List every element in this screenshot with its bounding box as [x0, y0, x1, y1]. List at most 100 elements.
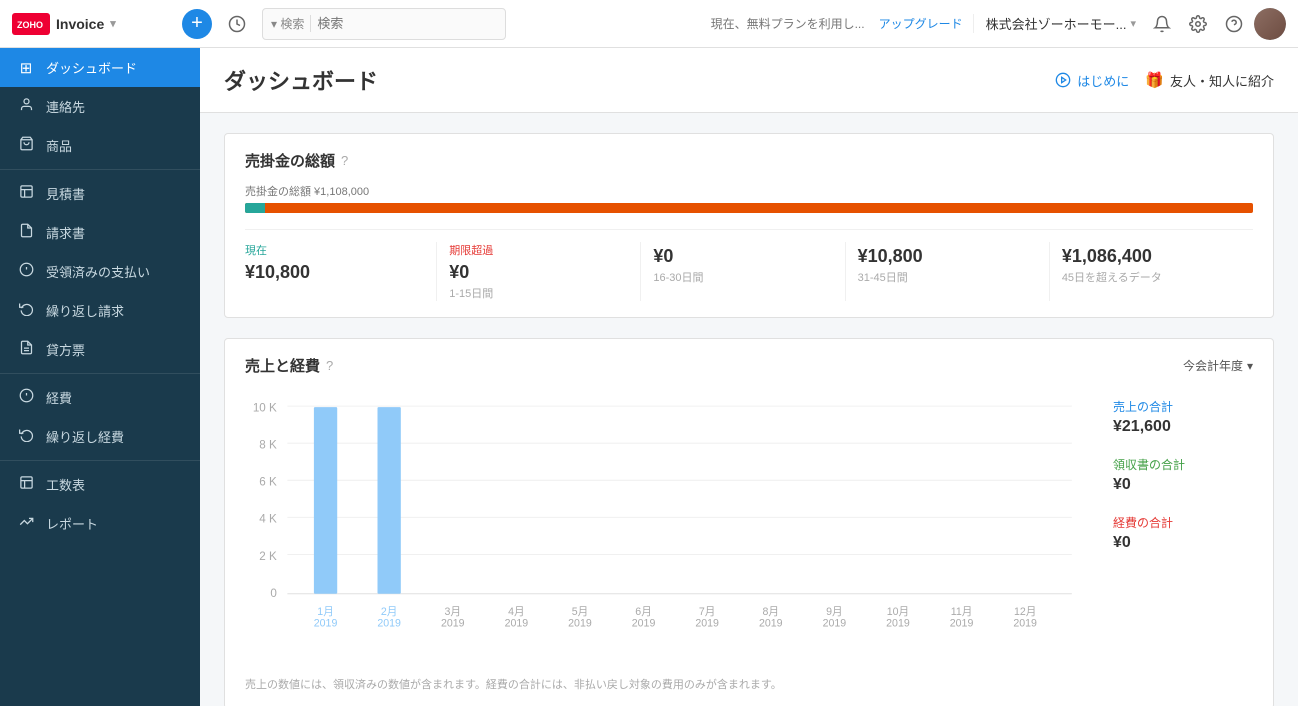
- current-amount: ¥10,800: [245, 262, 424, 283]
- sales-help-icon[interactable]: ?: [326, 358, 333, 373]
- sidebar-label-contacts: 連絡先: [46, 97, 85, 116]
- svg-text:9月: 9月: [826, 606, 843, 618]
- svg-text:2019: 2019: [1013, 618, 1037, 630]
- header-actions: はじめに 🎁 友人・知人に紹介: [1055, 71, 1274, 90]
- notifications-button[interactable]: [1146, 8, 1178, 40]
- gift-icon: 🎁: [1145, 71, 1164, 89]
- receivables-col-31-45: ¥10,800 31-45日間: [846, 242, 1050, 301]
- search-input[interactable]: [317, 16, 497, 31]
- sidebar-item-credit[interactable]: 貸方票: [0, 330, 200, 369]
- sales-title: 売上と経費: [245, 355, 320, 376]
- svg-text:8月: 8月: [763, 606, 780, 618]
- referral-label: 友人・知人に紹介: [1170, 71, 1274, 90]
- overdue-label: 期限超過: [449, 242, 628, 258]
- sidebar-label-expenses: 経費: [46, 388, 72, 407]
- receivables-title: 売掛金の総額: [245, 150, 335, 171]
- settings-button[interactable]: [1182, 8, 1214, 40]
- legend-receipts-label: 領収書の合計: [1113, 456, 1253, 473]
- history-button[interactable]: [222, 9, 252, 39]
- svg-text:12月: 12月: [1014, 606, 1036, 618]
- referral-button[interactable]: 🎁 友人・知人に紹介: [1145, 71, 1274, 90]
- topbar: ZOHO Invoice ▾ + ▾ 検索 現在、無料プランを利用し... アッ…: [0, 0, 1298, 48]
- col4-sublabel: 31-45日間: [858, 269, 1037, 285]
- items-icon: [16, 136, 36, 155]
- topbar-icons: [1146, 8, 1286, 40]
- app-logo[interactable]: ZOHO Invoice ▾: [12, 13, 172, 35]
- sidebar-divider-1: [0, 169, 200, 170]
- search-prefix[interactable]: ▾ 検索: [271, 15, 311, 32]
- sales-section: 売上と経費 ? 今会計年度 ▾ 10 K 8 K 6 K: [224, 338, 1274, 706]
- sidebar-label-payments: 受領済みの支払い: [46, 262, 150, 281]
- col4-amount: ¥10,800: [858, 246, 1037, 267]
- svg-text:2019: 2019: [695, 618, 719, 630]
- svg-text:0: 0: [270, 587, 277, 600]
- company-name: 株式会社ゾーホーモー...: [986, 14, 1127, 33]
- sidebar-label-recurring-expenses: 繰り返し経費: [46, 427, 124, 446]
- credit-icon: [16, 340, 36, 359]
- search-bar: ▾ 検索: [262, 8, 506, 40]
- svg-text:2 K: 2 K: [259, 550, 277, 563]
- sidebar-label-dashboard: ダッシュボード: [46, 58, 137, 77]
- svg-text:8 K: 8 K: [259, 439, 277, 452]
- fiscal-year-chevron: ▾: [1247, 359, 1253, 373]
- company-selector[interactable]: 株式会社ゾーホーモー... ▾: [973, 14, 1136, 33]
- avatar-image: [1254, 8, 1286, 40]
- legend-receipts-amount: ¥0: [1113, 476, 1253, 494]
- chart-container: 10 K 8 K 6 K 4 K 2 K 0: [245, 388, 1253, 668]
- chart-area: 10 K 8 K 6 K 4 K 2 K 0: [245, 388, 1093, 668]
- svg-text:1月: 1月: [317, 606, 334, 618]
- svg-text:4月: 4月: [508, 606, 525, 618]
- svg-text:2019: 2019: [314, 618, 338, 630]
- app-layout: ⊞ ダッシュボード 連絡先 商品 見積書 請求書: [0, 48, 1298, 706]
- chart-legend: 売上の合計 ¥21,600 領収書の合計 ¥0 経費の合計 ¥0: [1093, 388, 1253, 668]
- sidebar-item-invoices[interactable]: 請求書: [0, 213, 200, 252]
- dashboard-icon: ⊞: [16, 59, 36, 77]
- sidebar-label-recurring: 繰り返し請求: [46, 301, 124, 320]
- svg-text:2019: 2019: [441, 618, 465, 630]
- sidebar-item-expenses[interactable]: 経費: [0, 378, 200, 417]
- company-chevron: ▾: [1130, 17, 1136, 30]
- svg-text:4 K: 4 K: [259, 513, 277, 526]
- svg-text:2019: 2019: [886, 618, 910, 630]
- sidebar-item-reports[interactable]: レポート: [0, 504, 200, 543]
- bar-jan: [314, 407, 337, 594]
- svg-text:10月: 10月: [887, 606, 909, 618]
- sidebar-label-reports: レポート: [46, 514, 98, 533]
- legend-expenses-label: 経費の合計: [1113, 514, 1253, 531]
- col5-amount: ¥1,086,400: [1062, 246, 1241, 267]
- svg-text:5月: 5月: [572, 606, 589, 618]
- sidebar-item-recurring-expenses[interactable]: 繰り返し経費: [0, 417, 200, 456]
- logo-chevron: ▾: [110, 17, 116, 30]
- upgrade-link[interactable]: アップグレード: [879, 15, 963, 32]
- fiscal-year-button[interactable]: 今会計年度 ▾: [1183, 357, 1253, 374]
- add-button[interactable]: +: [182, 9, 212, 39]
- legend-sales: 売上の合計 ¥21,600: [1113, 398, 1253, 436]
- sidebar-item-timesheet[interactable]: 工数表: [0, 465, 200, 504]
- receivables-help-icon[interactable]: ?: [341, 153, 348, 168]
- svg-text:6月: 6月: [635, 606, 652, 618]
- sidebar-item-dashboard[interactable]: ⊞ ダッシュボード: [0, 48, 200, 87]
- payments-icon: [16, 262, 36, 281]
- expenses-icon: [16, 388, 36, 407]
- svg-text:3月: 3月: [445, 606, 462, 618]
- svg-text:7月: 7月: [699, 606, 716, 618]
- sidebar-item-payments[interactable]: 受領済みの支払い: [0, 252, 200, 291]
- svg-text:11月: 11月: [951, 606, 973, 618]
- sidebar-label-timesheet: 工数表: [46, 475, 85, 494]
- sidebar-item-recurring[interactable]: 繰り返し請求: [0, 291, 200, 330]
- sidebar-item-estimates[interactable]: 見積書: [0, 174, 200, 213]
- svg-text:2019: 2019: [632, 618, 656, 630]
- content-body: 売掛金の総額 ? 売掛金の総額 ¥1,108,000 現在 ¥10,800: [200, 113, 1298, 706]
- sidebar-item-items[interactable]: 商品: [0, 126, 200, 165]
- legend-expenses: 経費の合計 ¥0: [1113, 514, 1253, 552]
- sidebar: ⊞ ダッシュボード 連絡先 商品 見積書 請求書: [0, 48, 200, 706]
- user-avatar[interactable]: [1254, 8, 1286, 40]
- sidebar-item-contacts[interactable]: 連絡先: [0, 87, 200, 126]
- fiscal-year-label: 今会計年度: [1183, 357, 1243, 374]
- col3-amount: ¥0: [653, 246, 832, 267]
- overdue-amount: ¥0: [449, 262, 628, 283]
- receivables-col-current: 現在 ¥10,800: [245, 242, 437, 301]
- get-started-button[interactable]: はじめに: [1055, 71, 1129, 90]
- product-name: Invoice: [56, 16, 104, 32]
- help-button[interactable]: [1218, 8, 1250, 40]
